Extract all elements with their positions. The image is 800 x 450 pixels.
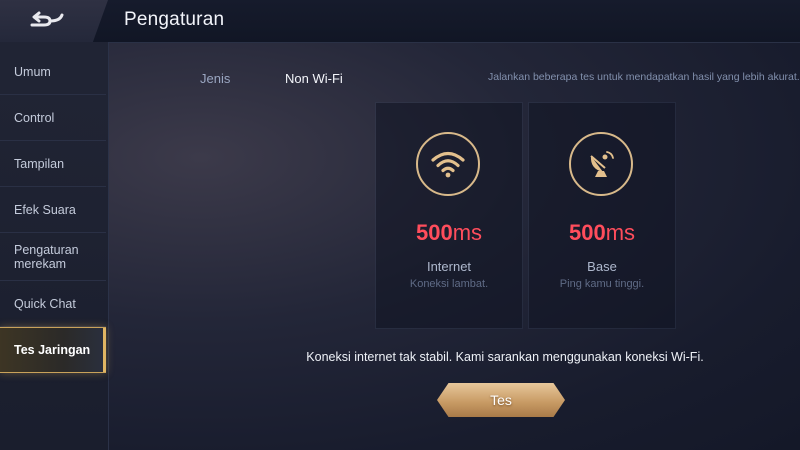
hint-text: Jalankan beberapa tes untuk mendapatkan … (488, 71, 800, 83)
internet-label: Internet (426, 259, 472, 274)
top-bar: Pengaturan (0, 0, 800, 43)
base-latency-value: 500 (568, 220, 606, 245)
base-latency-unit: ms (605, 220, 636, 245)
tab-non-wifi[interactable]: Non Wi-Fi (285, 71, 343, 86)
base-status: Ping kamu tinggi. (559, 278, 645, 290)
base-latency: 500ms (529, 220, 675, 246)
internet-latency-value: 500 (415, 220, 453, 245)
base-panel: 500ms Base Ping kamu tinggi. (529, 103, 675, 328)
page-title: Pengaturan (124, 9, 225, 30)
wifi-icon (416, 132, 480, 196)
connection-warning: Koneksi internet tak stabil. Kami sarank… (306, 350, 704, 364)
internet-latency-unit: ms (452, 220, 483, 245)
internet-status: Koneksi lambat. (409, 278, 489, 290)
sidebar-item-quick-chat[interactable]: Quick Chat (0, 281, 106, 327)
sidebar-item-tampilan[interactable]: Tampilan (0, 141, 106, 187)
sidebar: Umum Control Tampilan Efek Suara Pengatu… (0, 42, 109, 450)
back-button[interactable] (0, 0, 108, 42)
base-label: Base (587, 259, 617, 274)
sidebar-item-tes-jaringan[interactable]: Tes Jaringan (0, 327, 106, 373)
sidebar-item-umum[interactable]: Umum (0, 49, 106, 95)
internet-latency: 500ms (376, 220, 522, 246)
sidebar-item-efek-suara[interactable]: Efek Suara (0, 187, 106, 233)
satellite-dish-icon (569, 132, 633, 196)
internet-panel: 500ms Internet Koneksi lambat. (376, 103, 522, 328)
sidebar-item-pengaturan-merekam[interactable]: Pengaturan merekam (0, 233, 106, 281)
sidebar-item-control[interactable]: Control (0, 95, 106, 141)
tes-button[interactable]: Tes (437, 383, 565, 417)
tab-jenis[interactable]: Jenis (200, 71, 230, 86)
back-arrow-icon (30, 11, 64, 27)
